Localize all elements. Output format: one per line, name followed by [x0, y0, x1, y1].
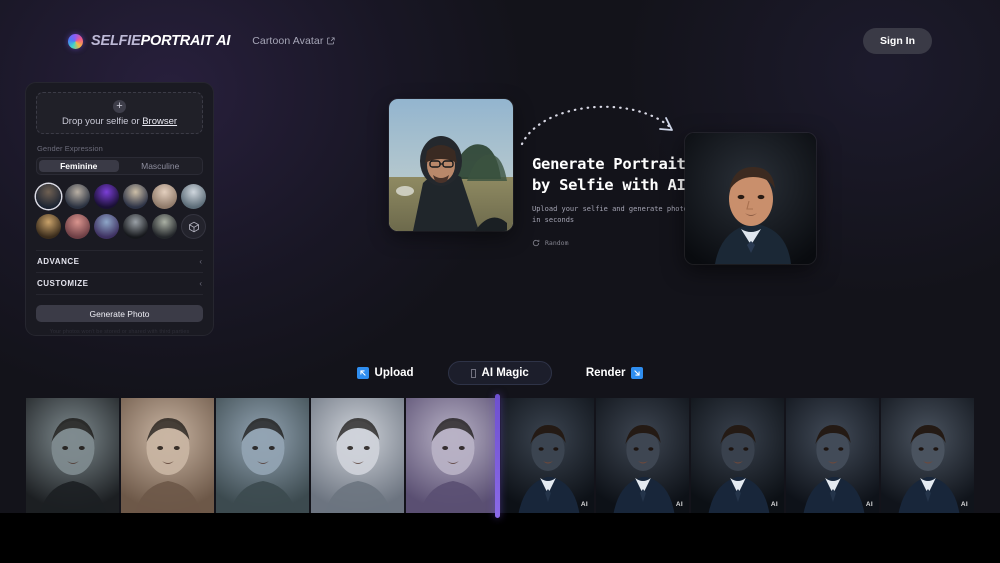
brand-title-part1: SELFIE [91, 33, 141, 49]
avatar-9[interactable] [94, 214, 119, 239]
external-link-icon [327, 37, 336, 45]
nav-link-cartoon-avatar[interactable]: Cartoon Avatar [252, 35, 336, 47]
gender-option-masculine[interactable]: Masculine [121, 160, 201, 172]
accordion-advance[interactable]: ADVANCE ‹ [36, 251, 203, 273]
portrait-illustration [134, 418, 202, 513]
hero-title-line1: Generate Portrait [532, 155, 686, 173]
arrow-down-right-icon [631, 367, 644, 379]
generate-photo-button[interactable]: Generate Photo [36, 305, 203, 322]
portrait-illustration [803, 425, 865, 513]
hero-subtitle-line1: Upload your selfie and generate photo [532, 205, 688, 214]
avatar-3[interactable] [94, 184, 119, 209]
gallery-photo-4[interactable] [311, 398, 404, 513]
chevron-left-icon: ‹ [199, 279, 202, 288]
portrait-illustration [708, 425, 770, 513]
step-upload-label: Upload [374, 367, 414, 379]
brand-title-part2: PORTRAIT AI [140, 33, 231, 49]
gallery-photo-6[interactable]: AI [501, 398, 594, 513]
step-upload[interactable]: Upload [347, 362, 424, 384]
ai-watermark: AI [580, 501, 588, 508]
gallery-photo-8[interactable]: AI [691, 398, 784, 513]
gender-expression-label: Gender Expression [37, 144, 103, 153]
random-button[interactable]: Random [532, 239, 692, 247]
hero-result-illustration [685, 133, 816, 264]
workflow-steps: Upload AI Magic Render [0, 361, 1000, 385]
portrait-illustration [324, 418, 392, 513]
bottom-letterbox [0, 513, 1000, 563]
hero-title: Generate Portrait by Selfie with AI [532, 154, 692, 195]
avatar-5[interactable] [152, 184, 177, 209]
gallery-photo-1[interactable] [26, 398, 119, 513]
app-root: SELFIEPORTRAIT AI Cartoon Avatar Sign In… [0, 0, 1000, 563]
nav-link-label: Cartoon Avatar [252, 35, 324, 47]
browse-link[interactable]: Browser [142, 116, 177, 127]
gallery-photo-2[interactable] [121, 398, 214, 513]
brand-logo-group[interactable]: SELFIEPORTRAIT AI [68, 33, 230, 49]
app-header: SELFIEPORTRAIT AI Cartoon Avatar Sign In [0, 0, 1000, 82]
accordion-customize-label: CUSTOMIZE [37, 279, 89, 288]
arrow-up-left-icon [356, 367, 369, 379]
dropzone-upload[interactable]: + Drop your selfie or Browser [36, 92, 203, 134]
ai-watermark: AI [675, 501, 683, 508]
avatar-style-grid [36, 184, 206, 239]
hero-selfie-illustration [389, 99, 513, 231]
random-label: Random [545, 238, 569, 247]
hero-subtitle: Upload your selfie and generate photo in… [532, 204, 692, 226]
gallery-photo-9[interactable]: AI [786, 398, 879, 513]
portrait-illustration [518, 425, 580, 513]
results-gallery: AI AI AI AI AI [26, 398, 974, 513]
chevron-left-icon: ‹ [199, 257, 202, 266]
control-panel: + Drop your selfie or Browser Gender Exp… [25, 82, 214, 336]
avatar-2[interactable] [65, 184, 90, 209]
portrait-illustration [898, 425, 960, 513]
avatar-1[interactable] [36, 184, 61, 209]
sparkle-glyph-icon [470, 368, 476, 378]
dropzone-text: Drop your selfie or [61, 115, 143, 127]
portrait-illustration [229, 418, 297, 513]
portrait-illustration [613, 425, 675, 513]
hero-selfie-photo [389, 99, 513, 231]
avatar-4[interactable] [123, 184, 148, 209]
gradient-circle-icon [68, 33, 83, 49]
hero-copy: Generate Portrait by Selfie with AI Uplo… [532, 154, 692, 247]
gender-option-feminine[interactable]: Feminine [39, 160, 119, 172]
ai-watermark: AI [865, 501, 873, 508]
gallery-photo-3[interactable] [216, 398, 309, 513]
accordion-advance-label: ADVANCE [37, 257, 80, 266]
sign-in-button[interactable]: Sign In [863, 28, 932, 54]
options-accordion: ADVANCE ‹ CUSTOMIZE ‹ [36, 250, 203, 295]
step-ai-magic[interactable]: AI Magic [447, 361, 552, 385]
accordion-customize[interactable]: CUSTOMIZE ‹ [36, 273, 203, 295]
gallery-photo-5[interactable] [406, 398, 499, 513]
hero-title-line2: by Selfie with AI [532, 175, 686, 194]
plus-circle-icon: + [113, 99, 126, 113]
dotted-curved-arrow-icon [520, 105, 673, 146]
avatar-7[interactable] [36, 214, 61, 239]
step-ai-magic-label: AI Magic [481, 367, 529, 379]
gender-expression-toggle: Feminine Masculine [36, 157, 203, 175]
step-render-label: Render [585, 367, 626, 379]
ai-watermark: AI [770, 501, 778, 508]
step-render[interactable]: Render [576, 362, 654, 384]
refresh-icon [532, 239, 540, 246]
gallery-photo-10[interactable]: AI [881, 398, 974, 513]
hero-generated-portrait [685, 133, 816, 264]
gallery-photo-7[interactable]: AI [596, 398, 689, 513]
avatar-8[interactable] [65, 214, 90, 239]
ai-watermark: AI [960, 501, 968, 508]
portrait-illustration [39, 418, 107, 513]
hero-subtitle-line2: in seconds [532, 216, 575, 225]
avatar-6[interactable] [181, 184, 206, 209]
dropzone-label: Drop your selfie or Browser [62, 116, 177, 127]
brand-title: SELFIEPORTRAIT AI [91, 33, 230, 49]
avatar-11[interactable] [152, 214, 177, 239]
before-after-slider[interactable] [495, 394, 500, 518]
avatar-10[interactable] [123, 214, 148, 239]
privacy-fineprint: Your photos won't be stored or shared wi… [49, 329, 190, 335]
3d-cube-icon[interactable] [181, 214, 206, 239]
portrait-illustration [419, 418, 487, 513]
